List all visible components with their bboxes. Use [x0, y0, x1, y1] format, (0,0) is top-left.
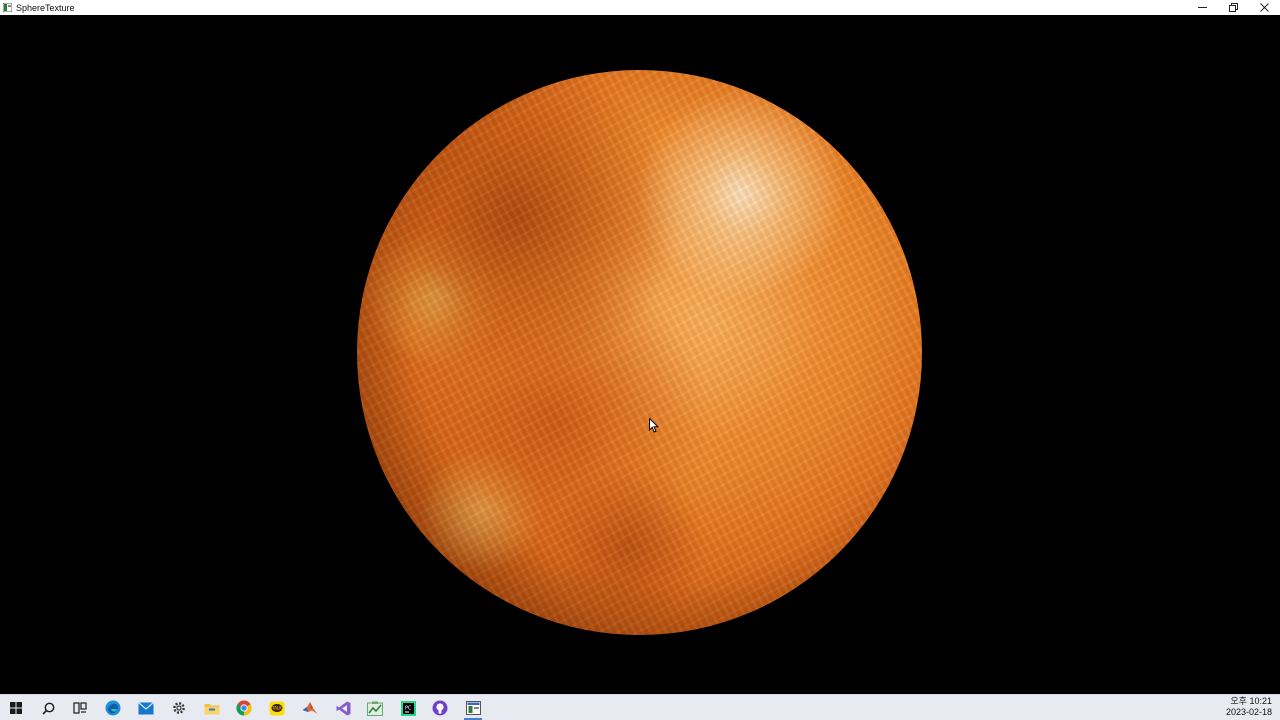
settings-gear-icon [172, 701, 186, 715]
taskbar-green-app[interactable] [360, 697, 390, 719]
clock-time: 오후 10:21 [1230, 696, 1272, 706]
restore-button[interactable] [1218, 0, 1249, 15]
taskbar-chrome[interactable] [229, 697, 259, 719]
system-clock[interactable]: 오후 10:21 2023-02-18 [1226, 696, 1272, 718]
start-button[interactable] [1, 697, 31, 719]
title-bar[interactable]: SphereTexture [0, 0, 1280, 15]
taskbar: TALK PC 오후 10:21 2023-02-18 [0, 694, 1280, 720]
start-icon [10, 702, 22, 714]
render-viewport[interactable] [0, 15, 1280, 694]
taskbar-github-desktop[interactable] [425, 697, 455, 719]
svg-text:PC: PC [405, 705, 412, 711]
matlab-icon [302, 701, 318, 715]
search-icon [41, 702, 55, 715]
chrome-icon [236, 700, 252, 716]
taskbar-matlab[interactable] [295, 697, 325, 719]
sphere-texture-overlay [357, 70, 922, 635]
minimize-button[interactable] [1187, 0, 1218, 15]
application-window: SphereTexture [0, 0, 1280, 694]
close-icon [1260, 3, 1269, 12]
minimize-icon [1198, 3, 1207, 12]
taskbar-visual-studio[interactable] [328, 697, 358, 719]
task-view-button[interactable] [65, 697, 95, 719]
github-desktop-icon [432, 700, 448, 716]
app-window-icon[interactable] [3, 3, 12, 12]
clock-date: 2023-02-18 [1225, 707, 1272, 717]
taskbar-settings[interactable] [164, 697, 194, 719]
taskbar-spheretexture[interactable] [458, 697, 488, 720]
task-view-icon [73, 702, 87, 714]
close-button[interactable] [1249, 0, 1280, 15]
file-explorer-icon [204, 702, 220, 715]
taskbar-edge[interactable] [98, 697, 128, 719]
restore-icon [1229, 3, 1238, 12]
svg-text:TALK: TALK [271, 705, 282, 710]
taskbar-kakaotalk[interactable]: TALK [262, 697, 292, 719]
edge-icon [105, 700, 121, 716]
textured-sphere[interactable] [357, 70, 922, 635]
window-controls [1187, 0, 1280, 15]
visual-studio-icon [336, 701, 351, 716]
pycharm-icon: PC [400, 700, 416, 716]
taskbar-pycharm[interactable]: PC [393, 697, 423, 719]
window-title: SphereTexture [16, 2, 75, 13]
mouse-cursor-icon [649, 418, 659, 433]
taskbar-mail[interactable] [131, 697, 161, 719]
spheretexture-app-icon [465, 701, 481, 715]
search-button[interactable] [33, 697, 63, 719]
mail-icon [138, 701, 154, 715]
taskbar-file-explorer[interactable] [197, 697, 227, 719]
kakaotalk-icon: TALK [269, 701, 285, 716]
app-green-icon [367, 701, 383, 716]
